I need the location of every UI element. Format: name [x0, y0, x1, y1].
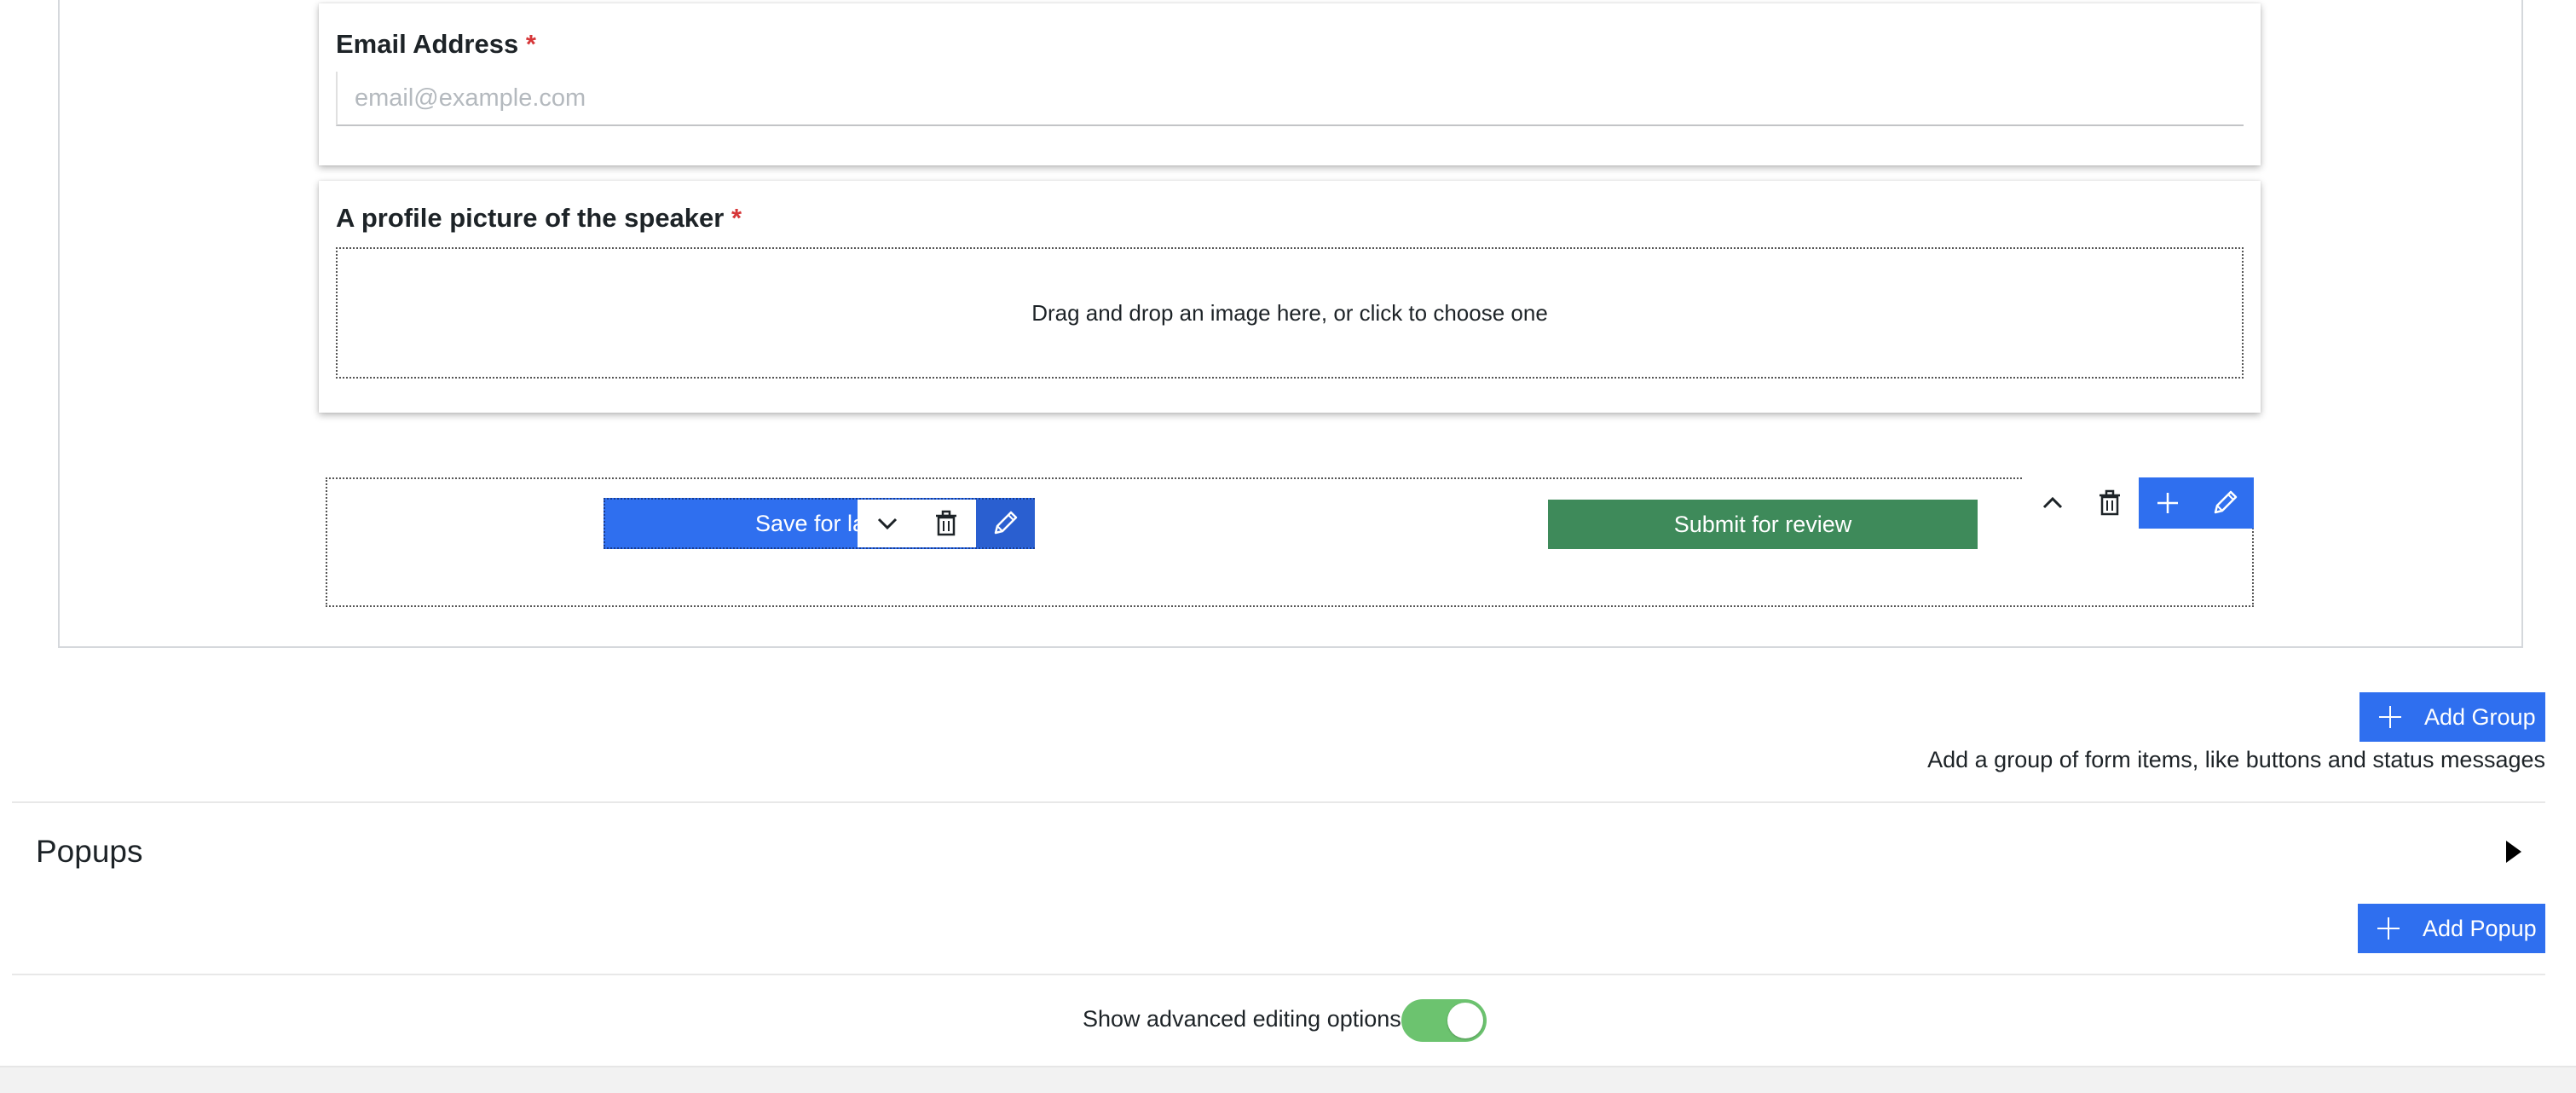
pencil-icon [995, 511, 1018, 535]
footer-strip [0, 1066, 2576, 1093]
popups-section-title: Popups [36, 834, 143, 869]
email-field-label: Email Address * [336, 29, 536, 60]
add-group-hint: Add a group of form items, like buttons … [1927, 747, 2545, 772]
plus-icon [2377, 917, 2400, 940]
add-item-button[interactable] [2139, 477, 2197, 529]
delete-group-button[interactable] [2081, 477, 2139, 529]
advanced-options-toggle[interactable] [1401, 999, 1487, 1042]
advanced-options-label: Show advanced editing options [1083, 1006, 1401, 1032]
trash-icon [935, 510, 956, 536]
plus-icon [2379, 706, 2401, 728]
toggle-knob [1447, 1003, 1483, 1038]
chevron-up-icon [2042, 496, 2062, 509]
add-popup-label: Add Popup [2423, 915, 2537, 941]
required-marker: * [525, 29, 536, 59]
email-label-text: Email Address [336, 29, 519, 59]
delete-button[interactable] [916, 500, 976, 547]
image-dropzone[interactable]: Drag and drop an image here, or click to… [336, 247, 2244, 379]
required-marker: * [731, 203, 742, 233]
pencil-icon [2215, 490, 2238, 514]
profile-picture-label: A profile picture of the speaker * [336, 203, 742, 234]
save-button-label: Save for la [755, 510, 866, 536]
email-input[interactable] [336, 72, 2244, 126]
chevron-down-icon [877, 518, 897, 530]
profile-picture-field-card: A profile picture of the speaker * Drag … [319, 181, 2261, 413]
trash-icon [2099, 489, 2121, 516]
caret-right-icon[interactable] [2504, 839, 2523, 865]
save-button-toolbar [858, 500, 1035, 547]
add-popup-button[interactable]: Add Popup [2358, 904, 2545, 953]
add-group-label: Add Group [2424, 703, 2536, 730]
section-divider [12, 974, 2545, 975]
submit-for-review-button[interactable]: Submit for review [1548, 500, 1978, 549]
edit-group-button[interactable] [2196, 477, 2254, 529]
section-divider [12, 801, 2545, 803]
submit-button-label: Submit for review [1673, 511, 1852, 537]
add-group-button[interactable]: Add Group [2359, 692, 2545, 742]
group-toolbar [2024, 477, 2254, 529]
move-up-button[interactable] [2024, 477, 2082, 529]
profile-picture-label-text: A profile picture of the speaker [336, 203, 725, 233]
email-field-card: Email Address * [319, 3, 2261, 165]
move-down-button[interactable] [858, 500, 917, 547]
edit-button[interactable] [975, 500, 1035, 547]
dropzone-text: Drag and drop an image here, or click to… [1031, 299, 1548, 326]
plus-icon [2157, 493, 2178, 513]
